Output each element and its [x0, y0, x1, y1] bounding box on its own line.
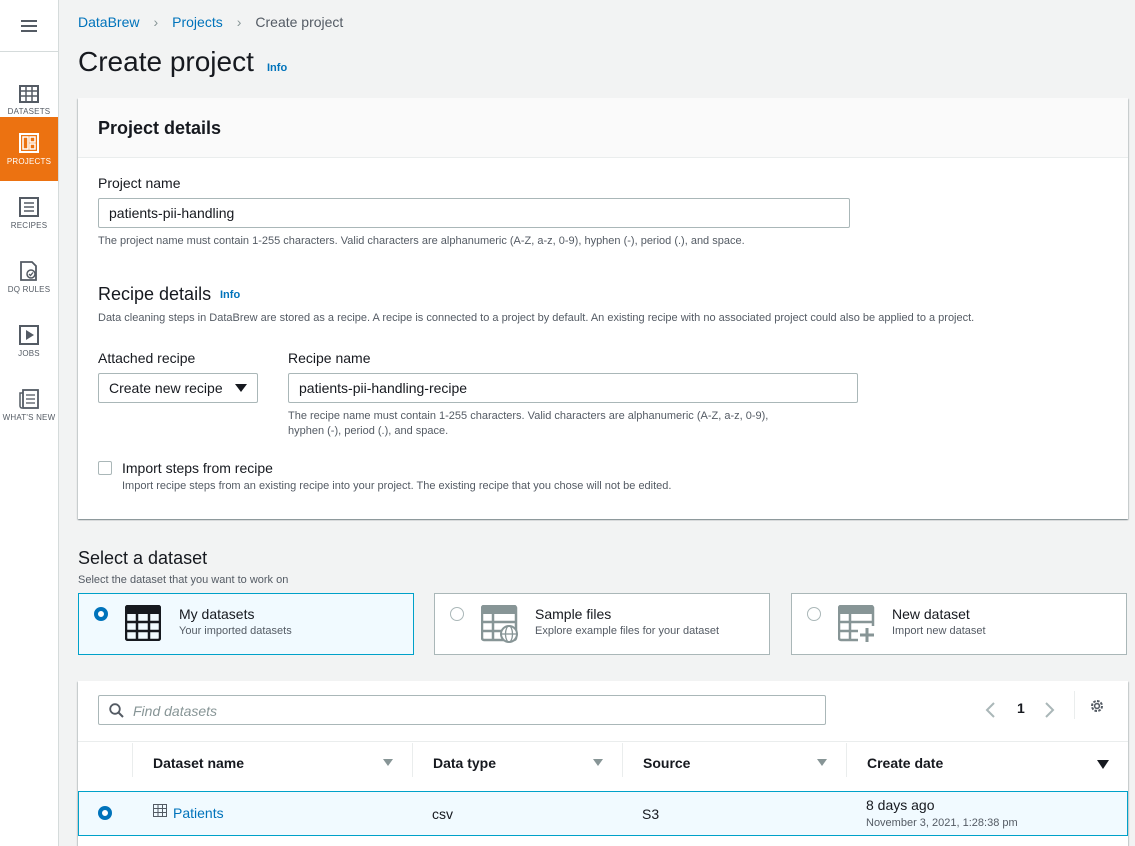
- breadcrumb: DataBrew › Projects › Create project: [78, 14, 343, 30]
- sidebar-item-label: WHAT'S NEW: [2, 412, 56, 422]
- recipe-name-hint-line2: hyphen (-), period (.), and space.: [288, 425, 449, 437]
- tile-description: Your imported datasets: [179, 625, 292, 637]
- sort-icon[interactable]: [817, 759, 827, 766]
- sort-icon[interactable]: [383, 759, 393, 766]
- row-radio[interactable]: [98, 806, 112, 820]
- sidebar-item-label: DATASETS: [7, 106, 51, 116]
- search-icon: [109, 703, 124, 718]
- dataset-source: S3: [642, 806, 660, 822]
- table-icon: [153, 804, 167, 817]
- sidebar: DATASETS PROJECTS RECIPES DQ RULES JOBS …: [0, 0, 59, 846]
- tile-my-datasets[interactable]: My datasets Your imported datasets: [78, 593, 414, 655]
- news-icon: [19, 388, 39, 409]
- caret-down-icon: [235, 384, 247, 392]
- search-placeholder: Find datasets: [133, 703, 218, 719]
- import-steps-label: Import steps from recipe: [122, 460, 273, 476]
- sample-table-icon: [481, 605, 518, 643]
- project-name-label: Project name: [98, 175, 181, 191]
- attached-recipe-select[interactable]: Create new recipe: [98, 373, 258, 403]
- page-title: Create project: [78, 46, 254, 77]
- recipe-name-input[interactable]: patients-pii-handling-recipe: [288, 373, 858, 403]
- radio-new-dataset[interactable]: [807, 607, 821, 621]
- dataset-type: csv: [432, 806, 453, 822]
- search-input[interactable]: Find datasets: [98, 695, 826, 725]
- tile-title: Sample files: [535, 606, 612, 622]
- project-details-panel: Project details Project name patients-pi…: [78, 98, 1128, 519]
- datasets-table-panel: Find datasets 1 Dataset name Data type S…: [78, 681, 1128, 846]
- column-create-date[interactable]: Create date: [867, 755, 943, 771]
- sort-descending-icon[interactable]: [1097, 760, 1109, 769]
- import-steps-checkbox[interactable]: [98, 461, 112, 475]
- breadcrumb-current: Create project: [255, 14, 344, 30]
- column-dataset-name[interactable]: Dataset name: [153, 755, 244, 771]
- tile-description: Import new dataset: [892, 625, 986, 637]
- dataset-date-full: November 3, 2021, 1:28:38 pm: [866, 817, 1018, 829]
- tile-title: My datasets: [179, 606, 255, 622]
- recipe-info-link[interactable]: Info: [220, 289, 240, 301]
- column-source[interactable]: Source: [643, 755, 690, 771]
- tile-sample-files[interactable]: Sample files Explore example files for y…: [434, 593, 770, 655]
- sidebar-item-whats-new[interactable]: WHAT'S NEW: [0, 373, 58, 437]
- sort-icon[interactable]: [593, 759, 603, 766]
- attached-recipe-label: Attached recipe: [98, 350, 196, 366]
- tile-title: New dataset: [892, 606, 970, 622]
- dataset-name-link[interactable]: Patients: [173, 805, 224, 821]
- chevron-right-icon: ›: [153, 14, 159, 30]
- menu-icon[interactable]: [0, 0, 58, 52]
- recipe-name-label: Recipe name: [288, 350, 371, 366]
- table-row[interactable]: Patients csv S3 8 days ago November 3, 2…: [78, 791, 1128, 836]
- table-icon: [125, 605, 161, 641]
- chevron-right-icon[interactable]: [1044, 701, 1056, 719]
- select-dataset-heading: Select a dataset: [78, 548, 208, 568]
- table-icon: [19, 84, 39, 103]
- project-grid-icon: [19, 132, 39, 153]
- sidebar-item-label: RECIPES: [10, 220, 48, 230]
- rule-check-icon: [20, 260, 37, 281]
- pager-divider: [1074, 691, 1075, 719]
- gear-icon[interactable]: [1089, 698, 1105, 714]
- tile-new-dataset[interactable]: New dataset Import new dataset: [791, 593, 1127, 655]
- dataset-date-relative: 8 days ago: [866, 797, 935, 813]
- breadcrumb-databrew[interactable]: DataBrew: [78, 14, 139, 30]
- page-number[interactable]: 1: [1017, 700, 1025, 716]
- attached-recipe-value: Create new recipe: [109, 380, 223, 396]
- play-icon: [19, 324, 39, 345]
- project-name-value: patients-pii-handling: [109, 205, 235, 221]
- import-steps-hint: Import recipe steps from an existing rec…: [122, 480, 672, 492]
- recipe-name-value: patients-pii-handling-recipe: [299, 380, 468, 396]
- panel-heading: Project details: [78, 98, 1128, 158]
- recipe-details-description: Data cleaning steps in DataBrew are stor…: [98, 312, 975, 324]
- breadcrumb-projects[interactable]: Projects: [172, 14, 223, 30]
- sidebar-item-label: DQ RULES: [7, 284, 51, 294]
- sidebar-item-projects[interactable]: PROJECTS: [0, 117, 58, 181]
- chevron-left-icon[interactable]: [984, 701, 996, 719]
- tile-description: Explore example files for your dataset: [535, 625, 720, 637]
- sidebar-item-dq-rules[interactable]: DQ RULES: [0, 245, 58, 309]
- sidebar-item-jobs[interactable]: JOBS: [0, 309, 58, 373]
- sidebar-item-recipes[interactable]: RECIPES: [0, 181, 58, 245]
- column-data-type[interactable]: Data type: [433, 755, 496, 771]
- select-dataset-description: Select the dataset that you want to work…: [78, 574, 289, 586]
- chevron-right-icon: ›: [236, 14, 242, 30]
- list-icon: [19, 196, 39, 217]
- sidebar-item-label: PROJECTS: [6, 156, 52, 166]
- project-name-input[interactable]: patients-pii-handling: [98, 198, 850, 228]
- project-name-hint: The project name must contain 1-255 char…: [98, 235, 745, 247]
- radio-my-datasets[interactable]: [94, 607, 108, 621]
- info-link[interactable]: Info: [267, 62, 287, 74]
- sidebar-item-label: JOBS: [18, 348, 40, 358]
- recipe-name-hint-line1: The recipe name must contain 1-255 chara…: [288, 410, 769, 422]
- add-table-icon: [838, 605, 876, 643]
- recipe-details-heading: Recipe details: [98, 284, 212, 304]
- radio-sample-files[interactable]: [450, 607, 464, 621]
